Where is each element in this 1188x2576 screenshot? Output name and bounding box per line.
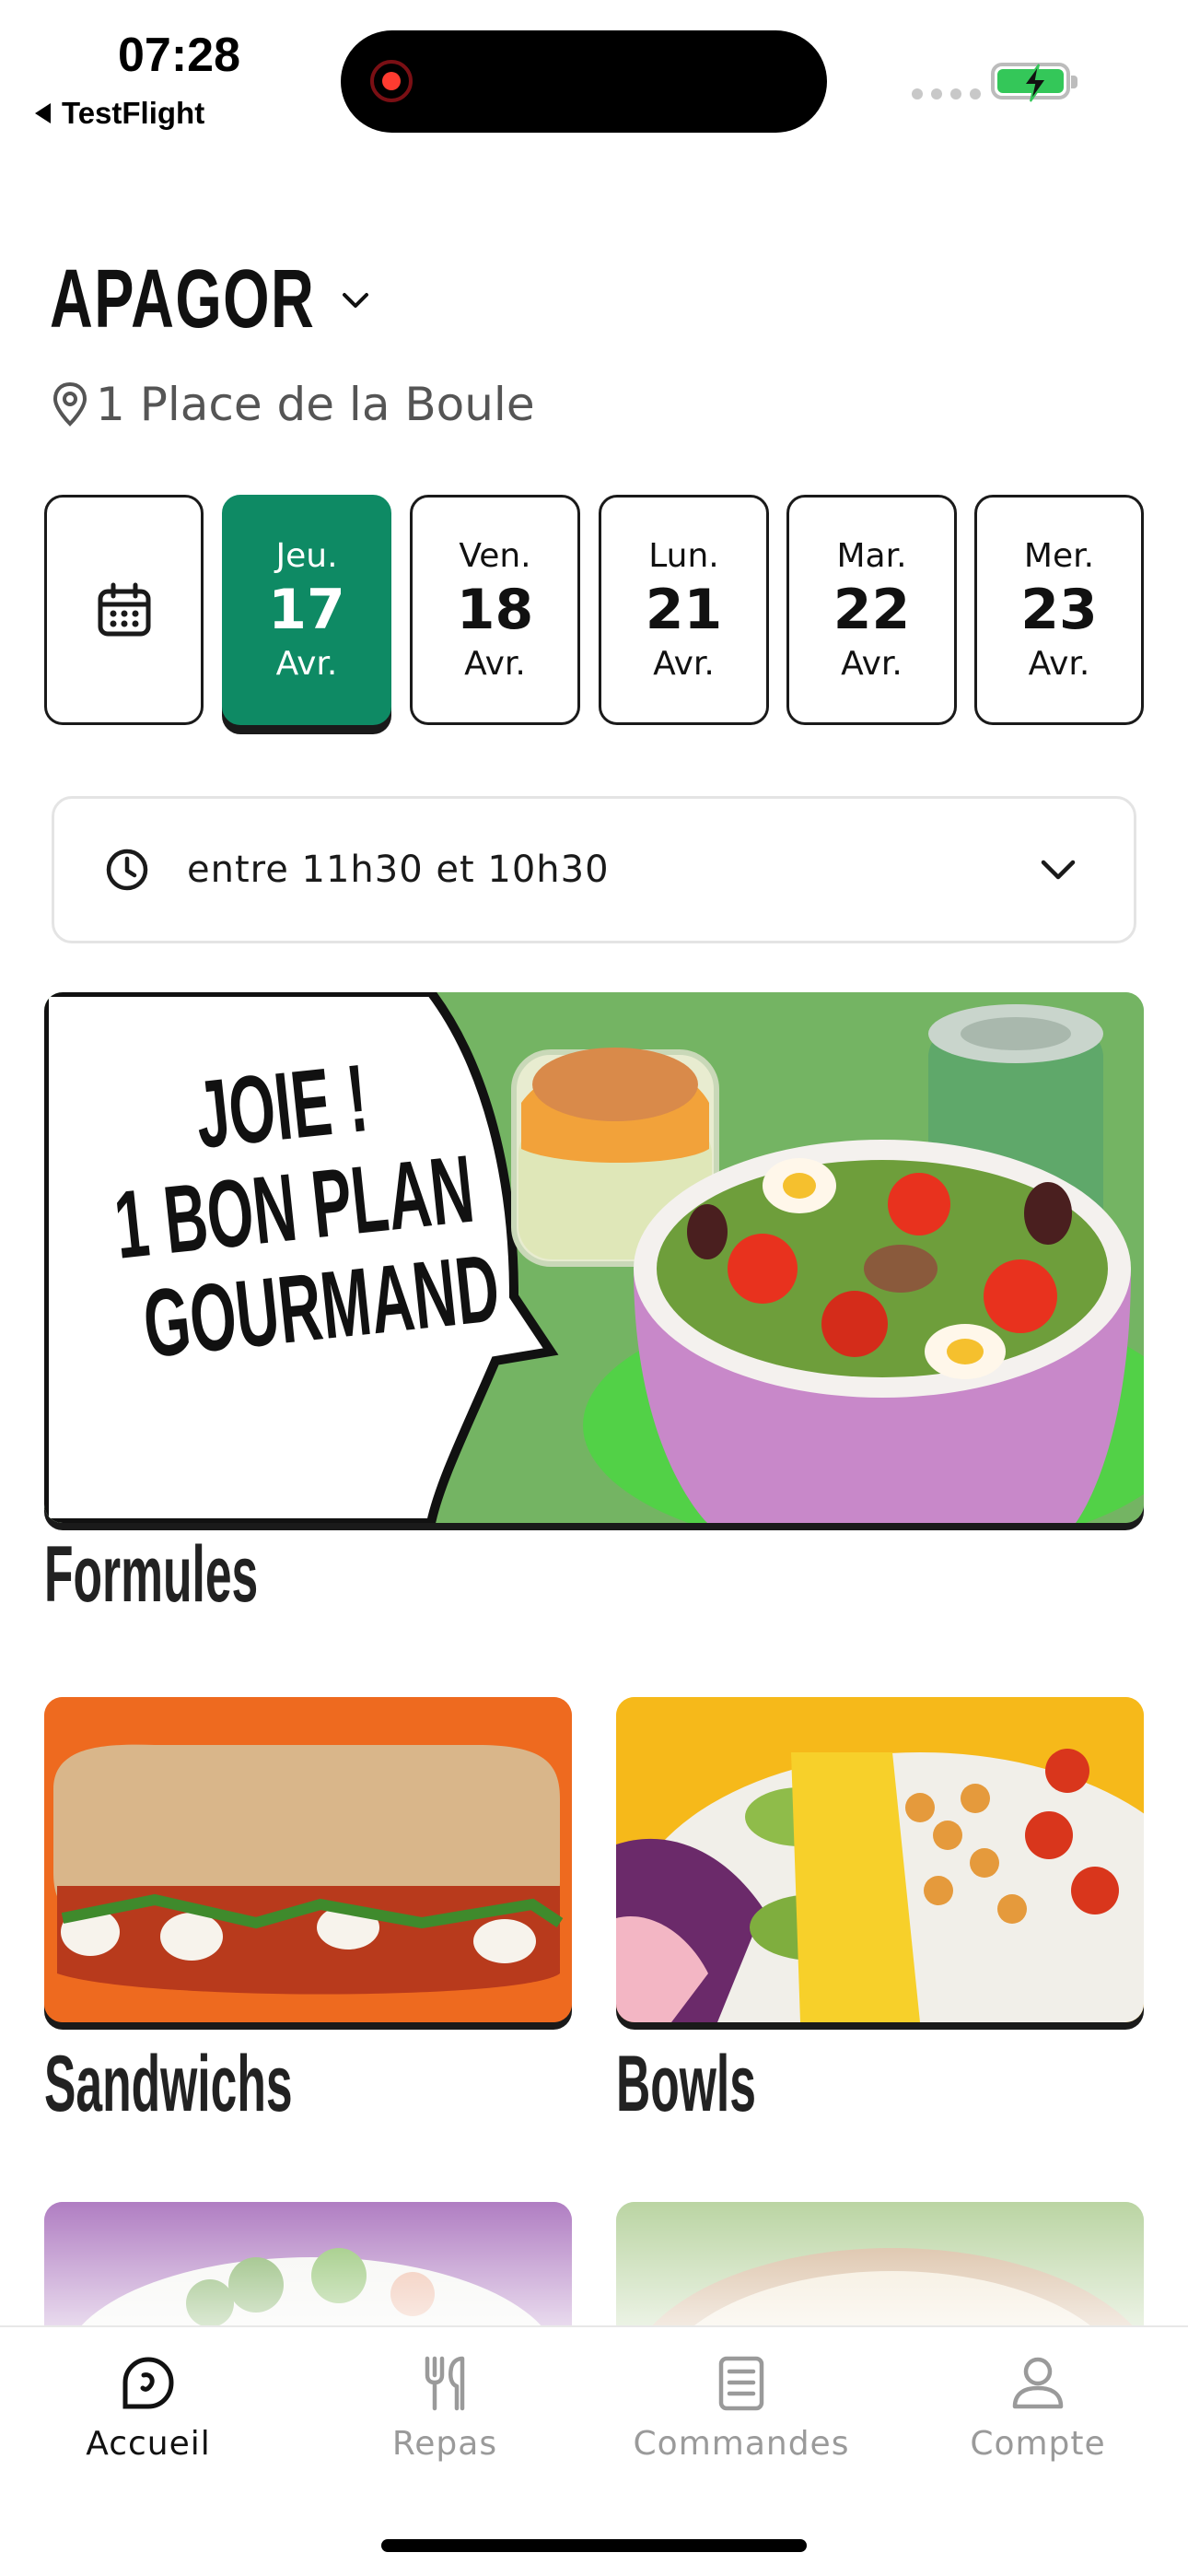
date-card[interactable]: Lun. 21 Avr. [599, 495, 769, 725]
promo-headline: JOIE ! 1 BON PLAN GOURMAND [99, 1025, 608, 1378]
date-dow: Jeu. [275, 537, 338, 575]
section-title-formules: Formules [44, 1530, 259, 1619]
tab-label: Commandes [633, 2425, 850, 2463]
restaurant-selector[interactable]: APAGOR [50, 252, 374, 347]
date-day: 21 [645, 578, 723, 642]
date-card[interactable]: Mar. 22 Avr. [786, 495, 957, 725]
user-icon [1012, 2357, 1064, 2409]
bowl-image [616, 1697, 1144, 2022]
timeslot-value: entre 11h30 et 10h30 [187, 849, 610, 891]
battery-icon [991, 63, 1077, 102]
calendar-icon [98, 582, 150, 637]
date-card-selected[interactable]: Jeu. 17 Avr. [222, 495, 391, 725]
date-month: Avr. [1028, 645, 1090, 683]
date-dow: Lun. [648, 537, 719, 575]
tab-label: Repas [391, 2425, 498, 2463]
recording-icon [370, 60, 413, 102]
date-month: Avr. [275, 645, 338, 683]
tab-label: Compte [970, 2425, 1106, 2463]
date-day: 17 [268, 578, 345, 642]
date-dow: Mar. [836, 537, 907, 575]
date-selector: Jeu. 17 Avr. Ven. 18 Avr. Lun. 21 Avr. M… [44, 495, 1144, 725]
tab-label: Accueil [86, 2425, 211, 2463]
sandwich-image [44, 1697, 572, 2022]
tab-compte[interactable]: Compte [890, 2355, 1186, 2463]
receipt-icon [718, 2356, 764, 2411]
signal-icon [912, 88, 981, 100]
home-icon [122, 2357, 174, 2409]
calendar-button[interactable] [44, 495, 204, 725]
status-time: 07:28 [118, 29, 240, 82]
chevron-down-icon [343, 292, 368, 308]
back-label: TestFlight [62, 96, 205, 130]
date-day: 23 [1020, 578, 1098, 642]
tab-commandes[interactable]: Commandes [593, 2355, 890, 2463]
date-day: 18 [456, 578, 534, 642]
home-indicator [381, 2539, 807, 2552]
category-label-sandwichs: Sandwichs [44, 2040, 293, 2128]
tab-accueil[interactable]: Accueil [0, 2355, 297, 2463]
scroll-fade [0, 2156, 1188, 2331]
location-pin-icon [52, 381, 87, 427]
category-label-bowls: Bowls [616, 2040, 756, 2128]
clock-icon [106, 849, 148, 891]
date-month: Avr. [464, 645, 526, 683]
date-day: 22 [833, 578, 911, 642]
category-card-bowls[interactable] [616, 1697, 1144, 2022]
date-dow: Mer. [1023, 537, 1095, 575]
date-card[interactable]: Mer. 23 Avr. [974, 495, 1144, 725]
category-card-sandwichs[interactable] [44, 1697, 572, 2022]
address-text: 1 Place de la Boule [96, 378, 535, 431]
dynamic-island [341, 30, 827, 133]
date-card[interactable]: Ven. 18 Avr. [410, 495, 580, 725]
date-month: Avr. [653, 645, 715, 683]
date-month: Avr. [841, 645, 903, 683]
tab-repas[interactable]: Repas [297, 2355, 593, 2463]
restaurant-name: APAGOR [50, 253, 316, 345]
restaurant-address: 1 Place de la Boule [50, 378, 535, 431]
promo-banner[interactable]: JOIE ! 1 BON PLAN GOURMAND [44, 992, 1144, 1523]
timeslot-select[interactable]: entre 11h30 et 10h30 [52, 796, 1136, 943]
chevron-down-icon [1041, 860, 1076, 880]
back-to-testflight[interactable]: TestFlight [35, 96, 204, 131]
utensils-icon [425, 2356, 465, 2411]
date-dow: Ven. [459, 537, 531, 575]
back-arrow-icon [35, 103, 51, 123]
